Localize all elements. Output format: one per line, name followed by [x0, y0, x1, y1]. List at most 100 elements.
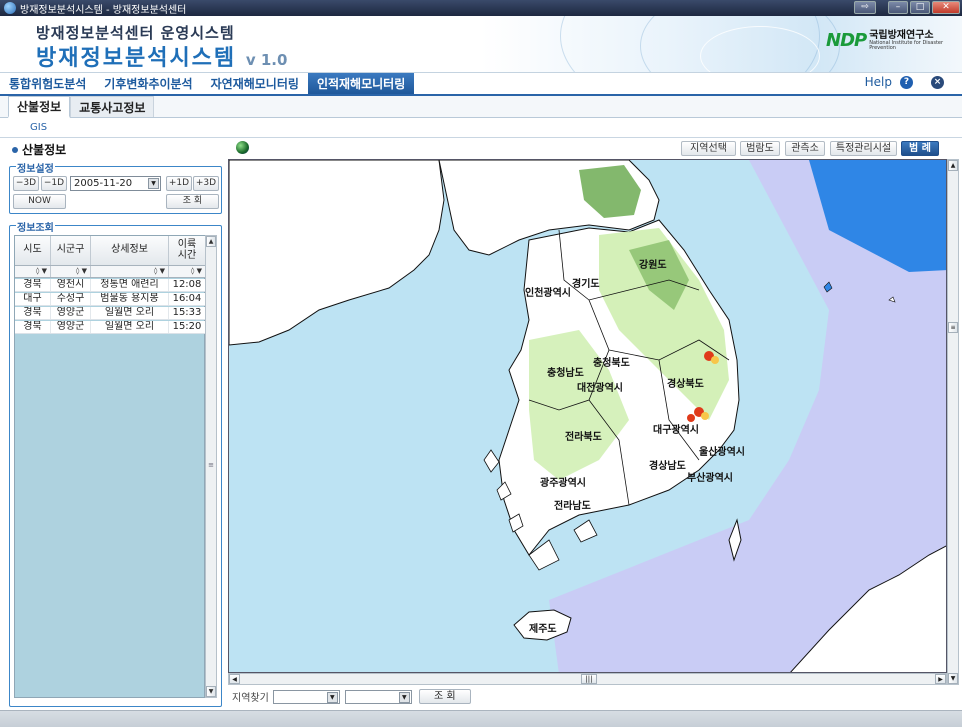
scroll-up-icon[interactable]: ▲ [206, 236, 216, 247]
scroll-right-icon[interactable]: ▶ [935, 674, 946, 684]
map-horizontal-scrollbar[interactable]: ◀ ||| ▶ [228, 673, 947, 685]
scroll-left-icon[interactable]: ◀ [229, 674, 240, 684]
restore-icon[interactable]: ⇨ [854, 1, 876, 14]
scroll-thumb[interactable]: ≡ [948, 322, 958, 333]
nav-item-human-disaster[interactable]: 인적재해모니터링 [307, 73, 415, 94]
cell-time: 15:20 [169, 321, 206, 333]
window-title: 방재정보분석시스템 - 방재정보분석센터 [20, 4, 187, 16]
cell-province: 경북 [15, 279, 51, 291]
filter-icon[interactable]: ◊ ▼ [169, 266, 206, 277]
date-select[interactable]: 2005-11-20 ▼ [70, 176, 161, 191]
tab-traffic-accident[interactable]: 교통사고정보 [70, 96, 155, 117]
chevron-down-icon[interactable]: ▼ [326, 691, 338, 703]
settings-search-button[interactable]: 조 회 [166, 194, 219, 209]
scroll-thumb[interactable]: ≡ [207, 460, 215, 472]
gis-map[interactable]: 강원도 경기도 인천광역시 충청북도 충청남도 대전광역시 경상북도 대구광역시… [228, 159, 947, 673]
help-icon[interactable]: ? [900, 75, 913, 89]
main-nav: 통합위험도분석 기후변화추이분석 자연재해모니터링 인적재해모니터링 [0, 72, 962, 96]
filter-icon[interactable]: ◊ ▼ [51, 266, 91, 277]
map-vertical-scrollbar[interactable]: ▲ ≡ ▼ [947, 159, 959, 685]
plus-1-day-button[interactable]: +1D [166, 176, 192, 191]
column-header-province[interactable]: 시도 [15, 236, 51, 265]
settings-legend: 정보설정 [16, 160, 55, 175]
org-logo: NDP 국립방재연구소 National Institute for Disas… [826, 30, 962, 51]
panel-title: 산불정보 [12, 141, 66, 158]
province-select[interactable]: ▼ [272, 689, 340, 704]
map-label: 경상북도 [667, 377, 704, 390]
flood-map-button[interactable]: 범람도 [740, 141, 780, 156]
nav-item-climate-trend[interactable]: 기후변화추이분석 [95, 73, 201, 94]
column-header-time[interactable]: 이륙시간 [169, 236, 206, 265]
cell-time: 12:08 [169, 279, 206, 291]
plus-3-days-button[interactable]: +3D [193, 176, 219, 191]
table-row[interactable]: 경북 영양군 일월면 오리 15:33 [15, 307, 206, 320]
logo-org-korean: 국립방재연구소 [869, 29, 934, 41]
cell-district: 영양군 [51, 307, 91, 319]
table-header: 시도 시군구 상세정보 이륙시간 [15, 236, 206, 266]
minus-1-day-button[interactable]: −1D [41, 176, 67, 191]
cell-province: 대구 [15, 293, 51, 305]
tab-wildfire[interactable]: 산불정보 [8, 96, 71, 118]
logo-org-english: National Institute for Disaster Preventi… [869, 39, 944, 51]
map-label: 전라남도 [554, 499, 591, 512]
globe-icon[interactable] [236, 141, 249, 154]
map-label: 충청남도 [547, 366, 584, 379]
close-icon[interactable]: ✕ [932, 1, 960, 14]
fire-marker[interactable] [687, 414, 695, 422]
scroll-thumb[interactable]: ||| [581, 674, 597, 684]
table-filter-row: ◊ ▼ ◊ ▼ ◊ ▼ ◊ ▼ [15, 266, 206, 278]
table-row[interactable]: 대구 수성구 범물동 용지봉 16:04 [15, 293, 206, 306]
table-scrollbar[interactable]: ▲ ≡ ▼ [205, 235, 217, 698]
cell-time: 15:33 [169, 307, 206, 319]
help-link[interactable]: Help [865, 75, 892, 89]
map-label: 전라북도 [565, 430, 602, 443]
cell-detail: 범물동 용지봉 [91, 293, 169, 305]
scroll-down-icon[interactable]: ▼ [206, 686, 216, 697]
map-label: 대구광역시 [653, 423, 699, 436]
window-titlebar: 방재정보분석시스템 - 방재정보분석센터 ⇨ – □ ✕ [0, 0, 962, 16]
table-row[interactable]: 경북 영양군 일월면 오리 15:20 [15, 321, 206, 334]
scroll-down-icon[interactable]: ▼ [948, 673, 958, 684]
app-title-text: 방재정보분석시스템 [36, 46, 237, 71]
map-label: 경기도 [572, 277, 600, 290]
region-search-button[interactable]: 조 회 [418, 689, 471, 704]
column-header-detail[interactable]: 상세정보 [91, 236, 169, 265]
date-value: 2005-11-20 [74, 178, 133, 189]
cell-detail: 일월면 오리 [91, 321, 169, 333]
region-finder: 지역찾기 ▼ ▼ 조 회 [232, 689, 471, 704]
cell-province: 경북 [15, 321, 51, 333]
region-finder-label: 지역찾기 [232, 693, 269, 704]
filter-icon[interactable]: ◊ ▼ [15, 266, 51, 277]
status-bar [0, 710, 962, 727]
table-row[interactable]: 경북 영천시 청통면 애련리 12:08 [15, 279, 206, 292]
maximize-icon[interactable]: □ [910, 1, 930, 14]
map-label: 제주도 [529, 622, 557, 635]
region-select-button[interactable]: 지역선택 [681, 141, 736, 156]
nav-item-integrated-risk[interactable]: 통합위험도분석 [0, 73, 95, 94]
district-select[interactable]: ▼ [344, 689, 412, 704]
logout-close-icon[interactable]: × [931, 75, 944, 89]
minus-3-days-button[interactable]: −3D [13, 176, 39, 191]
cell-province: 경북 [15, 307, 51, 319]
map-label: 부산광역시 [687, 471, 733, 484]
gis-link[interactable]: GIS [30, 122, 47, 133]
korea-map-svg[interactable]: 강원도 경기도 인천광역시 충청북도 충청남도 대전광역시 경상북도 대구광역시… [229, 160, 947, 673]
now-button[interactable]: NOW [13, 194, 66, 209]
chevron-down-icon[interactable]: ▼ [398, 691, 410, 703]
legend-button[interactable]: 범 례 [901, 141, 939, 156]
bullet-icon [12, 146, 18, 153]
column-header-district[interactable]: 시군구 [51, 236, 91, 265]
cell-detail: 청통면 애련리 [91, 279, 169, 291]
nav-item-natural-disaster[interactable]: 자연재해모니터링 [202, 73, 308, 94]
sub-tabs: 산불정보 교통사고정보 [0, 96, 962, 118]
filter-icon[interactable]: ◊ ▼ [91, 266, 169, 277]
gis-bar: GIS [0, 118, 962, 138]
map-label: 대전광역시 [577, 381, 623, 394]
fire-table: 시도 시군구 상세정보 이륙시간 ◊ ▼ ◊ ▼ ◊ ▼ ◊ ▼ 경북 영천시 … [14, 235, 206, 698]
chevron-down-icon[interactable]: ▼ [148, 178, 159, 189]
map-label: 광주광역시 [540, 476, 586, 489]
scroll-up-icon[interactable]: ▲ [948, 160, 958, 171]
station-button[interactable]: 관측소 [785, 141, 825, 156]
minimize-icon[interactable]: – [888, 1, 908, 14]
managed-facility-button[interactable]: 특정관리시설 [830, 141, 897, 156]
